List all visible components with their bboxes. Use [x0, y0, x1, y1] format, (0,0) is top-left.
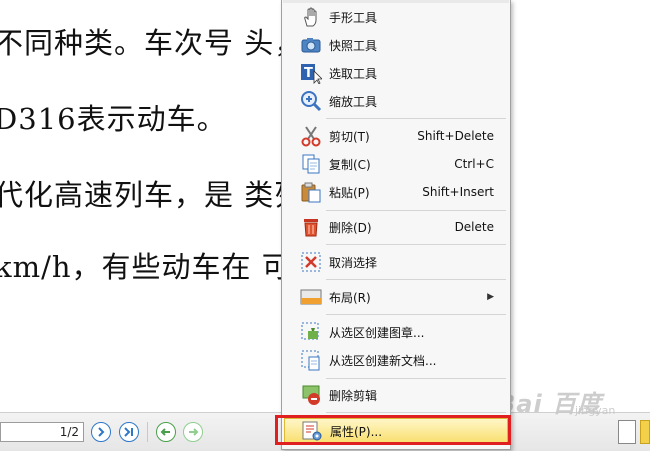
new-document-icon: [300, 349, 322, 371]
menu-separator: [326, 314, 506, 315]
menu-item-label: 快照工具: [329, 38, 378, 53]
menu-separator: [326, 279, 506, 280]
hand-icon: [300, 6, 322, 28]
last-page-icon: [124, 427, 133, 437]
stamp-icon: [300, 321, 322, 343]
menu-separator: [326, 412, 506, 413]
deselect-icon: [300, 251, 322, 273]
svg-text:T: T: [304, 66, 313, 81]
menu-item-label: 缩放工具: [329, 94, 378, 109]
menu-item-select-tool[interactable]: T 选取工具: [284, 60, 508, 86]
menu-separator: [326, 378, 506, 379]
submenu-arrow-icon: ▶: [487, 292, 494, 302]
menu-item-label: 粘贴(P): [329, 185, 370, 200]
menu-item-label: 删除(D): [329, 220, 372, 235]
forward-button[interactable]: [183, 422, 203, 442]
page-number-input[interactable]: 1/2: [0, 422, 84, 442]
menu-top-edge: [283, 0, 509, 3]
menu-item-create-stamp[interactable]: 从选区创建图章...: [284, 319, 508, 345]
layout-icon: [300, 286, 322, 308]
menu-item-shortcut: Ctrl+C: [454, 157, 494, 171]
menu-item-label: 从选区创建新文档...: [329, 353, 437, 368]
menu-item-delete-clip[interactable]: 删除剪辑: [284, 382, 508, 408]
zoom-icon: [300, 90, 322, 112]
menu-item-label: 布局(R): [329, 290, 371, 305]
menu-item-label: 从选区创建图章...: [329, 325, 425, 340]
properties-icon: [301, 420, 323, 442]
menu-item-layout[interactable]: 布局(R) ▶: [284, 284, 508, 310]
menu-item-create-new-document[interactable]: 从选区创建新文档...: [284, 347, 508, 373]
menu-item-hand-tool[interactable]: 手形工具: [284, 4, 508, 30]
scissors-icon: [300, 125, 322, 147]
back-button[interactable]: [156, 422, 176, 442]
delete-clip-icon: [300, 384, 322, 406]
watermark-subtitle: jingyan: [575, 404, 616, 417]
paste-icon: [300, 181, 322, 203]
menu-item-zoom-tool[interactable]: 缩放工具: [284, 88, 508, 114]
menu-item-shortcut: Shift+Delete: [417, 129, 494, 143]
menu-separator: [326, 244, 506, 245]
last-page-button[interactable]: [119, 422, 139, 442]
facing-view-icon[interactable]: [640, 420, 650, 444]
menu-item-delete[interactable]: 删除(D) Delete: [284, 214, 508, 240]
next-page-icon: [98, 427, 105, 437]
menu-item-cut[interactable]: 剪切(T) Shift+Delete: [284, 123, 508, 149]
menu-item-label: 复制(C): [329, 157, 371, 172]
menu-item-label: 剪切(T): [329, 129, 370, 144]
menu-item-label: 删除剪辑: [329, 388, 378, 403]
menu-item-properties[interactable]: 属性(P)...: [284, 418, 508, 444]
menu-separator: [326, 210, 506, 211]
menu-item-snapshot-tool[interactable]: 快照工具: [284, 32, 508, 58]
menu-item-shortcut: Shift+Insert: [422, 185, 494, 199]
divider: [147, 422, 148, 442]
context-menu: 手形工具 快照工具 T 选取工具 缩放工具 剪切(T) Shift+Delete…: [281, 0, 511, 450]
menu-item-deselect[interactable]: 取消选择: [284, 249, 508, 275]
menu-item-shortcut: Delete: [454, 220, 494, 234]
menu-item-label: 取消选择: [329, 255, 378, 270]
next-page-button[interactable]: [91, 422, 111, 442]
menu-item-label: 手形工具: [329, 10, 378, 25]
document-text-line: D316表示动车。: [0, 102, 227, 136]
camera-icon: [300, 34, 322, 56]
menu-item-label: 选取工具: [329, 66, 378, 81]
menu-item-paste[interactable]: 粘贴(P) Shift+Insert: [284, 179, 508, 205]
trash-icon: [300, 216, 322, 238]
text-select-icon: T: [300, 62, 322, 84]
menu-item-label: 属性(P)...: [330, 424, 383, 439]
copy-icon: [300, 153, 322, 175]
back-icon: [160, 428, 170, 436]
menu-item-copy[interactable]: 复制(C) Ctrl+C: [284, 151, 508, 177]
watermark: Bai 百度 jingyan: [497, 384, 637, 424]
menu-separator: [326, 118, 506, 119]
forward-icon: [189, 428, 199, 436]
